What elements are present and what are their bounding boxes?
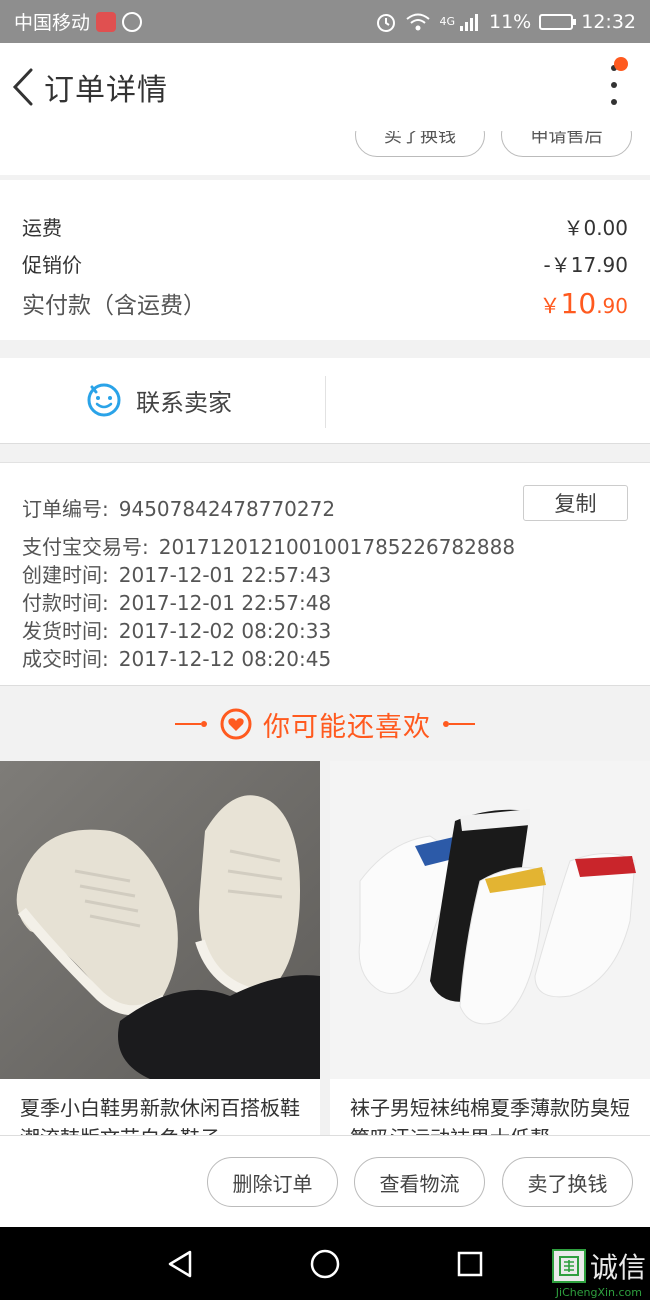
shipping-value: ￥0.00 [563, 216, 628, 240]
resell-button[interactable]: 卖了换钱 [502, 1157, 633, 1207]
recents-nav-icon[interactable] [453, 1247, 487, 1281]
total-label: 实付款（含运费） [22, 293, 206, 319]
bottom-action-bar: 删除订单 查看物流 卖了换钱 [0, 1135, 650, 1227]
alipay-number-row: 支付宝交易号: 2017120121001001785226782888 [22, 531, 515, 560]
info-label: 支付宝交易号: [22, 535, 149, 559]
product-card[interactable]: 夏季小白鞋男新款休闲百搭板鞋潮流韩版文艺白色鞋子 [0, 761, 320, 1141]
contact-seller-label: 联系卖家 [136, 388, 232, 417]
promo-row: 促销价 -￥17.90 [22, 249, 628, 278]
top-action-row: 买了换钱 申请售后 [0, 131, 650, 175]
shipped-time-row: 发货时间: 2017-12-02 08:20:33 [22, 615, 331, 644]
status-bar: 中国移动 4G 11% 12:32 [0, 0, 650, 43]
info-label: 成交时间: [22, 647, 109, 671]
promo-label: 促销价 [22, 253, 82, 277]
sneaker-image[interactable] [0, 761, 320, 1079]
battery-icon [539, 13, 577, 30]
alarm-icon [377, 13, 396, 32]
alipay-trade-number: 2017120121001001785226782888 [158, 535, 516, 559]
status-right: 4G 11% 12:32 [375, 11, 636, 33]
copy-button[interactable]: 复制 [523, 485, 628, 521]
deal-time-row: 成交时间: 2017-12-12 08:20:45 [22, 643, 331, 672]
order-number-row: 订单编号: 94507842478770272 [22, 493, 335, 522]
order-info: 订单编号: 94507842478770272 复制 支付宝交易号: 2017120… [0, 462, 650, 686]
resell-top-button[interactable]: 买了换钱 [355, 131, 485, 157]
after-sales-button[interactable]: 申请售后 [501, 131, 632, 157]
home-nav-icon[interactable] [308, 1247, 342, 1281]
price-summary: 运费 ￥0.00 促销价 -￥17.90 实付款（含运费） ￥10.90 [0, 180, 650, 340]
contact-section: 联系卖家 [0, 358, 650, 444]
deal-time: 2017-12-12 08:20:45 [118, 647, 332, 671]
divider [325, 376, 326, 428]
total-row: 实付款（含运费） ￥10.90 [22, 286, 628, 320]
socks-image[interactable] [330, 761, 650, 1079]
recommend-title: 你可能还喜欢 [263, 711, 431, 743]
page-title: 订单详情 [44, 73, 168, 108]
left-ornament-icon [175, 721, 207, 727]
app-notification-icon [96, 11, 117, 32]
hand-notification-icon [122, 11, 143, 32]
product-card[interactable]: 袜子男短袜纯棉夏季薄款防臭短筒吸汗运动袜男士低帮 [330, 761, 650, 1141]
info-label: 订单编号: [22, 497, 109, 521]
network-type: 4G [439, 15, 455, 28]
notification-dot [614, 57, 628, 71]
created-time-row: 创建时间: 2017-12-01 22:57:43 [22, 559, 331, 588]
clock: 12:32 [581, 10, 636, 33]
shipping-label: 运费 [22, 216, 62, 240]
view-logistics-button[interactable]: 查看物流 [354, 1157, 485, 1207]
info-label: 创建时间: [22, 563, 109, 587]
watermark-logo-icon [551, 1249, 586, 1283]
watermark-text: 诚信 [589, 1251, 646, 1284]
more-icon[interactable] [606, 65, 622, 105]
watermark: 诚信 JiChengXin.com [551, 1246, 646, 1299]
info-label: 付款时间: [22, 591, 109, 615]
info-label: 发货时间: [22, 619, 109, 643]
back-icon[interactable] [6, 67, 40, 107]
right-ornament-icon [443, 721, 475, 727]
carrier-name: 中国移动 [14, 12, 91, 34]
created-time: 2017-12-01 22:57:43 [118, 563, 332, 587]
signal-icon [460, 13, 478, 31]
watermark-url: JiChengXin.com [555, 1286, 642, 1299]
shipping-row: 运费 ￥0.00 [22, 212, 628, 241]
app-header: 订单详情 [0, 43, 650, 131]
order-number: 94507842478770272 [118, 497, 336, 521]
battery-percent: 11% [489, 10, 532, 33]
product-title[interactable]: 袜子男短袜纯棉夏季薄款防臭短筒吸汗运动袜男士低帮 [330, 1079, 650, 1141]
heart-circle-icon [220, 708, 252, 740]
paid-time: 2017-12-01 22:57:48 [118, 591, 332, 615]
paid-time-row: 付款时间: 2017-12-01 22:57:48 [22, 587, 331, 616]
total-amount: ￥10.90 [539, 286, 628, 320]
delete-order-button[interactable]: 删除订单 [207, 1157, 338, 1207]
wifi-icon [406, 13, 431, 30]
product-title[interactable]: 夏季小白鞋男新款休闲百搭板鞋潮流韩版文艺白色鞋子 [0, 1079, 320, 1141]
carrier-group: 中国移动 [14, 8, 143, 35]
contact-seller-button[interactable]: 联系卖家 [86, 382, 232, 418]
chat-bubble-icon [87, 383, 121, 417]
recommend-header: 你可能还喜欢 [0, 687, 650, 761]
shipped-time: 2017-12-02 08:20:33 [118, 619, 332, 643]
back-nav-icon[interactable] [163, 1247, 197, 1281]
promo-value: -￥17.90 [543, 253, 628, 277]
